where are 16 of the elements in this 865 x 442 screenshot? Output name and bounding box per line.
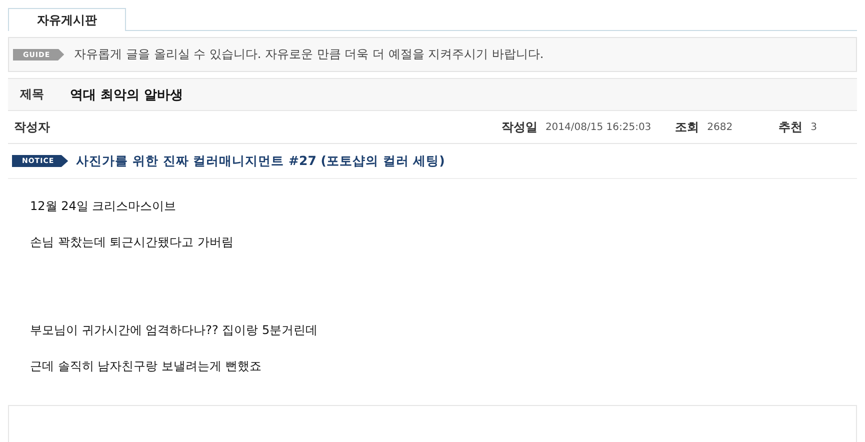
- title-label: 제목: [19, 86, 45, 103]
- body-text: 12월 24일 크리스마스이브: [30, 198, 178, 215]
- notice-link[interactable]: 사진가를 위한 진짜 컬러매니지먼트 #27 (포토샵의 컬러 세팅): [76, 152, 445, 170]
- meta-label: 조회: [675, 118, 700, 136]
- meta-label: 작성일: [501, 118, 538, 136]
- post-title: 역대 최악의 알바생: [70, 86, 184, 104]
- body-text: 근데 솔직히 남자친구랑 보낼려는게 뻔했죠: [30, 358, 262, 375]
- meta-value: 2682: [707, 122, 733, 132]
- body-text: 손님 꽉찼는데 퇴근시간됐다고 가버림: [30, 234, 234, 251]
- meta-value: 2014/08/15 16:25:03: [545, 122, 652, 132]
- body-text: 부모님이 귀가시간에 엄격하다나?? 집이랑 5분거린데: [30, 322, 319, 339]
- author-label: 작성자: [13, 118, 51, 136]
- guide-text: 자유롭게 글을 올리실 수 있습니다. 자유로운 만큼 더욱 더 예절을 지켜주시기 바랍니다.: [74, 46, 544, 63]
- meta-label: 추천: [778, 118, 804, 136]
- meta-value: 3: [810, 122, 817, 132]
- board-tab[interactable]: 자유게시판: [8, 8, 126, 31]
